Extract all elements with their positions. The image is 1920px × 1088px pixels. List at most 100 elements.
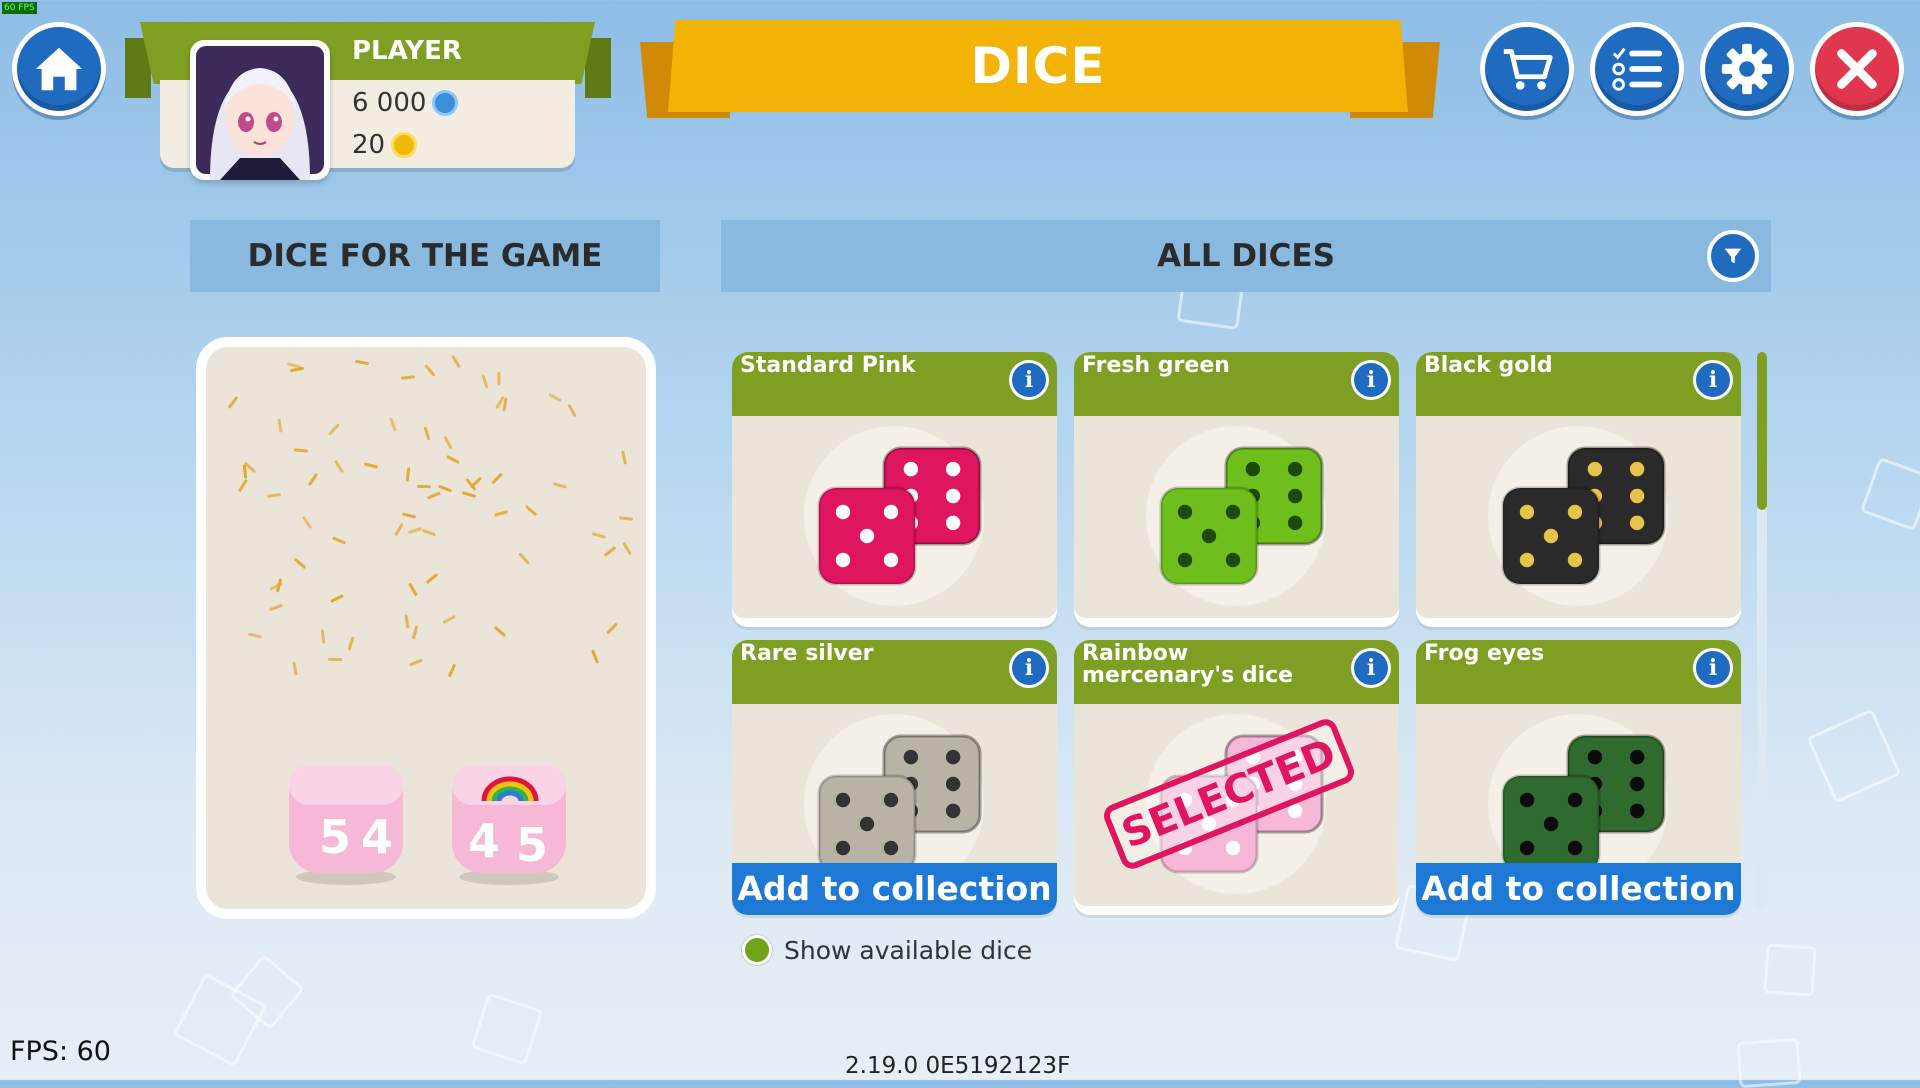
confetti-piece xyxy=(327,657,343,662)
coin-balance: 20 xyxy=(352,130,418,160)
selected-die-1[interactable]: 5 4 xyxy=(281,757,411,887)
filter-button[interactable] xyxy=(1707,230,1759,282)
confetti-piece xyxy=(328,423,340,436)
confetti-piece xyxy=(606,622,619,635)
show-available-label: Show available dice xyxy=(784,935,1033,965)
confetti-piece xyxy=(470,476,483,488)
info-icon[interactable]: i xyxy=(1351,360,1391,400)
avatar-portrait xyxy=(196,46,324,180)
scrollbar-thumb[interactable] xyxy=(1757,352,1767,510)
version-label: 2.19.0 0E5192123F xyxy=(845,1053,1071,1079)
home-button[interactable] xyxy=(12,22,106,116)
confetti-piece xyxy=(238,478,248,493)
section-dice-for-game: DICE FOR THE GAME xyxy=(190,220,660,292)
confetti-piece xyxy=(524,505,537,517)
dice-card-preview xyxy=(1416,416,1741,618)
confetti-piece xyxy=(591,532,606,539)
die-1-face-a: 5 xyxy=(319,810,351,864)
die-graphic xyxy=(1501,486,1601,586)
confetti-piece xyxy=(401,512,417,519)
confetti-piece xyxy=(266,493,281,499)
confetti-piece xyxy=(333,459,345,474)
confetti-piece xyxy=(622,541,632,556)
dice-card[interactable]: Rainbow mercenary's dice i SELECTED xyxy=(1074,640,1399,915)
confetti-piece xyxy=(443,435,454,450)
selected-die-2[interactable]: 4 5 xyxy=(444,757,574,887)
dice-card-title: Frog eyes xyxy=(1416,640,1741,704)
close-icon xyxy=(1837,49,1877,89)
confetti-piece xyxy=(291,661,298,677)
confetti-piece xyxy=(405,467,410,482)
toggle-indicator[interactable] xyxy=(742,935,772,965)
confetti-piece xyxy=(424,363,437,377)
confetti-piece xyxy=(400,375,416,380)
confetti-piece xyxy=(548,392,562,402)
coin-icon xyxy=(391,132,418,158)
confetti-piece xyxy=(566,403,577,418)
confetti-piece xyxy=(621,450,628,465)
add-to-collection-button[interactable]: Add to collection xyxy=(732,863,1057,915)
confetti-piece xyxy=(308,472,319,487)
confetti-piece xyxy=(425,572,439,584)
dice-pair-image xyxy=(1501,446,1666,586)
tasks-button[interactable] xyxy=(1590,22,1684,116)
confetti-piece xyxy=(421,529,437,537)
confetti-piece xyxy=(603,546,616,558)
avatar[interactable] xyxy=(190,40,330,180)
shop-button[interactable] xyxy=(1480,22,1574,116)
info-icon[interactable]: i xyxy=(1009,648,1049,688)
info-icon[interactable]: i xyxy=(1693,360,1733,400)
settings-button[interactable] xyxy=(1700,22,1794,116)
gem-balance: 6 000 xyxy=(352,88,459,118)
cart-icon xyxy=(1503,49,1553,90)
confetti-piece xyxy=(494,626,507,638)
dice-pair-image xyxy=(1159,446,1324,586)
confetti-piece xyxy=(518,551,530,565)
confetti-piece xyxy=(423,426,431,441)
confetti-piece xyxy=(268,603,283,612)
confetti-piece xyxy=(329,594,344,604)
dice-card[interactable]: Rare silver i Add to collection xyxy=(732,640,1057,915)
info-icon[interactable]: i xyxy=(1351,648,1391,688)
info-icon[interactable]: i xyxy=(1009,360,1049,400)
confetti-piece xyxy=(404,614,410,629)
dice-card[interactable]: Black gold i xyxy=(1416,352,1741,627)
confetti-piece xyxy=(248,632,263,639)
confetti-piece xyxy=(389,417,397,433)
confetti-piece xyxy=(497,370,501,386)
dice-card-title: Rare silver xyxy=(732,640,1057,704)
page-title: DICE xyxy=(970,37,1106,95)
dice-card[interactable]: Frog eyes i Add to collection xyxy=(1416,640,1741,915)
confetti-piece xyxy=(363,462,378,469)
die-graphic xyxy=(1501,774,1601,874)
confetti-piece xyxy=(332,536,347,545)
gem-amount: 6 000 xyxy=(352,88,427,118)
close-button[interactable] xyxy=(1810,22,1904,116)
info-icon[interactable]: i xyxy=(1693,648,1733,688)
confetti-piece xyxy=(294,448,309,453)
gear-icon xyxy=(1721,43,1773,95)
confetti-piece xyxy=(447,663,457,678)
confetti-piece xyxy=(618,515,634,521)
confetti-piece xyxy=(450,354,461,368)
confetti-piece xyxy=(407,583,418,597)
dice-card-preview xyxy=(1074,416,1399,618)
confetti-piece xyxy=(416,484,431,488)
section-all-dices: ALL DICES xyxy=(721,220,1771,292)
coin-amount: 20 xyxy=(352,130,386,160)
dice-card-title: Standard Pink xyxy=(732,352,1057,416)
scrollbar[interactable] xyxy=(1757,352,1767,910)
confetti-piece xyxy=(493,509,509,517)
confetti-piece xyxy=(490,472,503,485)
checklist-icon xyxy=(1612,47,1663,91)
dice-card[interactable]: Standard Pink i xyxy=(732,352,1057,627)
add-to-collection-button[interactable]: Add to collection xyxy=(1416,863,1741,915)
home-icon xyxy=(35,47,83,91)
dice-card-title: Rainbow mercenary's dice xyxy=(1074,640,1399,704)
confetti-piece xyxy=(552,482,568,489)
confetti-piece xyxy=(411,625,418,640)
show-available-toggle[interactable]: Show available dice xyxy=(742,935,1032,965)
die-graphic xyxy=(817,486,917,586)
dice-card[interactable]: Fresh green i xyxy=(1074,352,1399,627)
confetti-piece xyxy=(481,374,489,389)
